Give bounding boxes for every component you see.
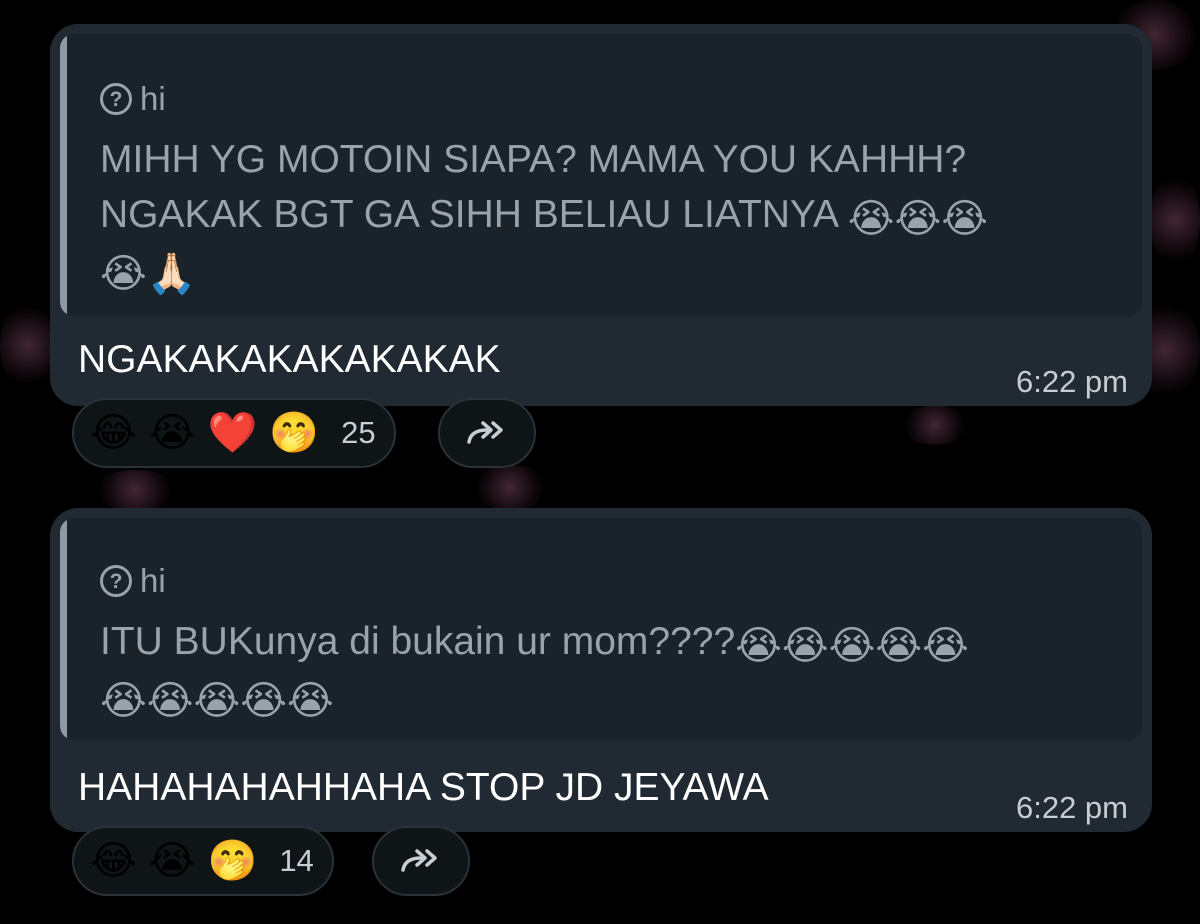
reaction-heart-emoji[interactable]: ❤️ bbox=[208, 413, 258, 453]
quoted-text-line: MIHH YG MOTOIN SIAPA? MAMA YOU KAHHH? bbox=[100, 138, 967, 181]
question-circle-icon: ? bbox=[100, 565, 132, 597]
wallpaper-blossom bbox=[900, 405, 970, 445]
reaction-count: 14 bbox=[279, 843, 314, 878]
quoted-text: ITU BUKunya di bukain ur mom????😭😭😭😭😭 😭😭… bbox=[100, 614, 1122, 724]
reaction-hand-over-mouth-emoji[interactable]: 🤭 bbox=[269, 413, 319, 453]
message-bubble[interactable]: ? hi MIHH YG MOTOIN SIAPA? MAMA YOU KAHH… bbox=[50, 24, 1152, 406]
message-text: HAHAHAHAHHAHA STOP JD JEYAWA bbox=[78, 766, 769, 809]
forward-button[interactable] bbox=[438, 398, 536, 468]
reaction-hand-over-mouth-emoji[interactable]: 🤭 bbox=[208, 841, 258, 881]
reaction-laughing-emoji[interactable]: 😂 bbox=[90, 413, 137, 453]
quoted-message[interactable]: ? hi ITU BUKunya di bukain ur mom????😭😭😭… bbox=[60, 518, 1142, 740]
question-circle-icon: ? bbox=[100, 83, 132, 115]
double-forward-arrow-icon bbox=[467, 421, 503, 444]
message-time: 6:22 pm bbox=[1015, 790, 1128, 825]
reaction-laughing-emoji[interactable]: 😂 bbox=[90, 841, 137, 881]
message-time: 6:22 pm bbox=[1015, 364, 1128, 399]
crying-face-emoji: 😭😭😭😭😭 bbox=[735, 624, 969, 668]
wallpaper-blossom bbox=[470, 465, 550, 510]
double-forward-arrow-icon bbox=[401, 849, 437, 872]
quote-accent-bar bbox=[60, 34, 67, 316]
quoted-text-line: NGAKAK BGT GA SIHH BELIAU LIATNYA 😭😭😭 bbox=[100, 193, 988, 241]
wallpaper-blossom bbox=[90, 470, 180, 510]
crying-face-emoji: 😭😭😭 bbox=[847, 197, 988, 241]
reaction-crying-emoji[interactable]: 😭 bbox=[149, 841, 196, 881]
reactions-bar[interactable]: 😂 😭 🤭 14 bbox=[72, 826, 334, 896]
message-text: NGAKAKAKAKAKAKAK bbox=[78, 338, 501, 381]
quoted-text: MIHH YG MOTOIN SIAPA? MAMA YOU KAHHH? NG… bbox=[100, 132, 1122, 297]
reactions-bar[interactable]: 😂 😭 ❤️ 🤭 25 bbox=[72, 398, 396, 468]
crying-face-emoji: 😭😭😭😭😭 bbox=[100, 679, 334, 723]
quoted-sender-name: hi bbox=[140, 562, 166, 599]
wallpaper-blossom bbox=[0, 300, 55, 390]
quote-accent-bar bbox=[60, 518, 67, 740]
quoted-text-line: ITU BUKunya di bukain ur mom????😭😭😭😭😭 bbox=[100, 620, 969, 668]
message-bubble[interactable]: ? hi ITU BUKunya di bukain ur mom????😭😭😭… bbox=[50, 508, 1152, 832]
quoted-text-line: 😭😭😭😭😭 bbox=[100, 669, 1122, 724]
forward-button[interactable] bbox=[372, 826, 470, 896]
quoted-message[interactable]: ? hi MIHH YG MOTOIN SIAPA? MAMA YOU KAHH… bbox=[60, 34, 1142, 316]
reaction-crying-emoji[interactable]: 😭 bbox=[149, 413, 196, 453]
reaction-count: 25 bbox=[341, 415, 376, 450]
quoted-sender-name: hi bbox=[140, 80, 166, 117]
crying-praying-emoji: 😭🙏🏻 bbox=[100, 252, 197, 296]
wallpaper-blossom bbox=[1150, 170, 1200, 270]
quoted-text-line: 😭🙏🏻 bbox=[100, 242, 1122, 297]
